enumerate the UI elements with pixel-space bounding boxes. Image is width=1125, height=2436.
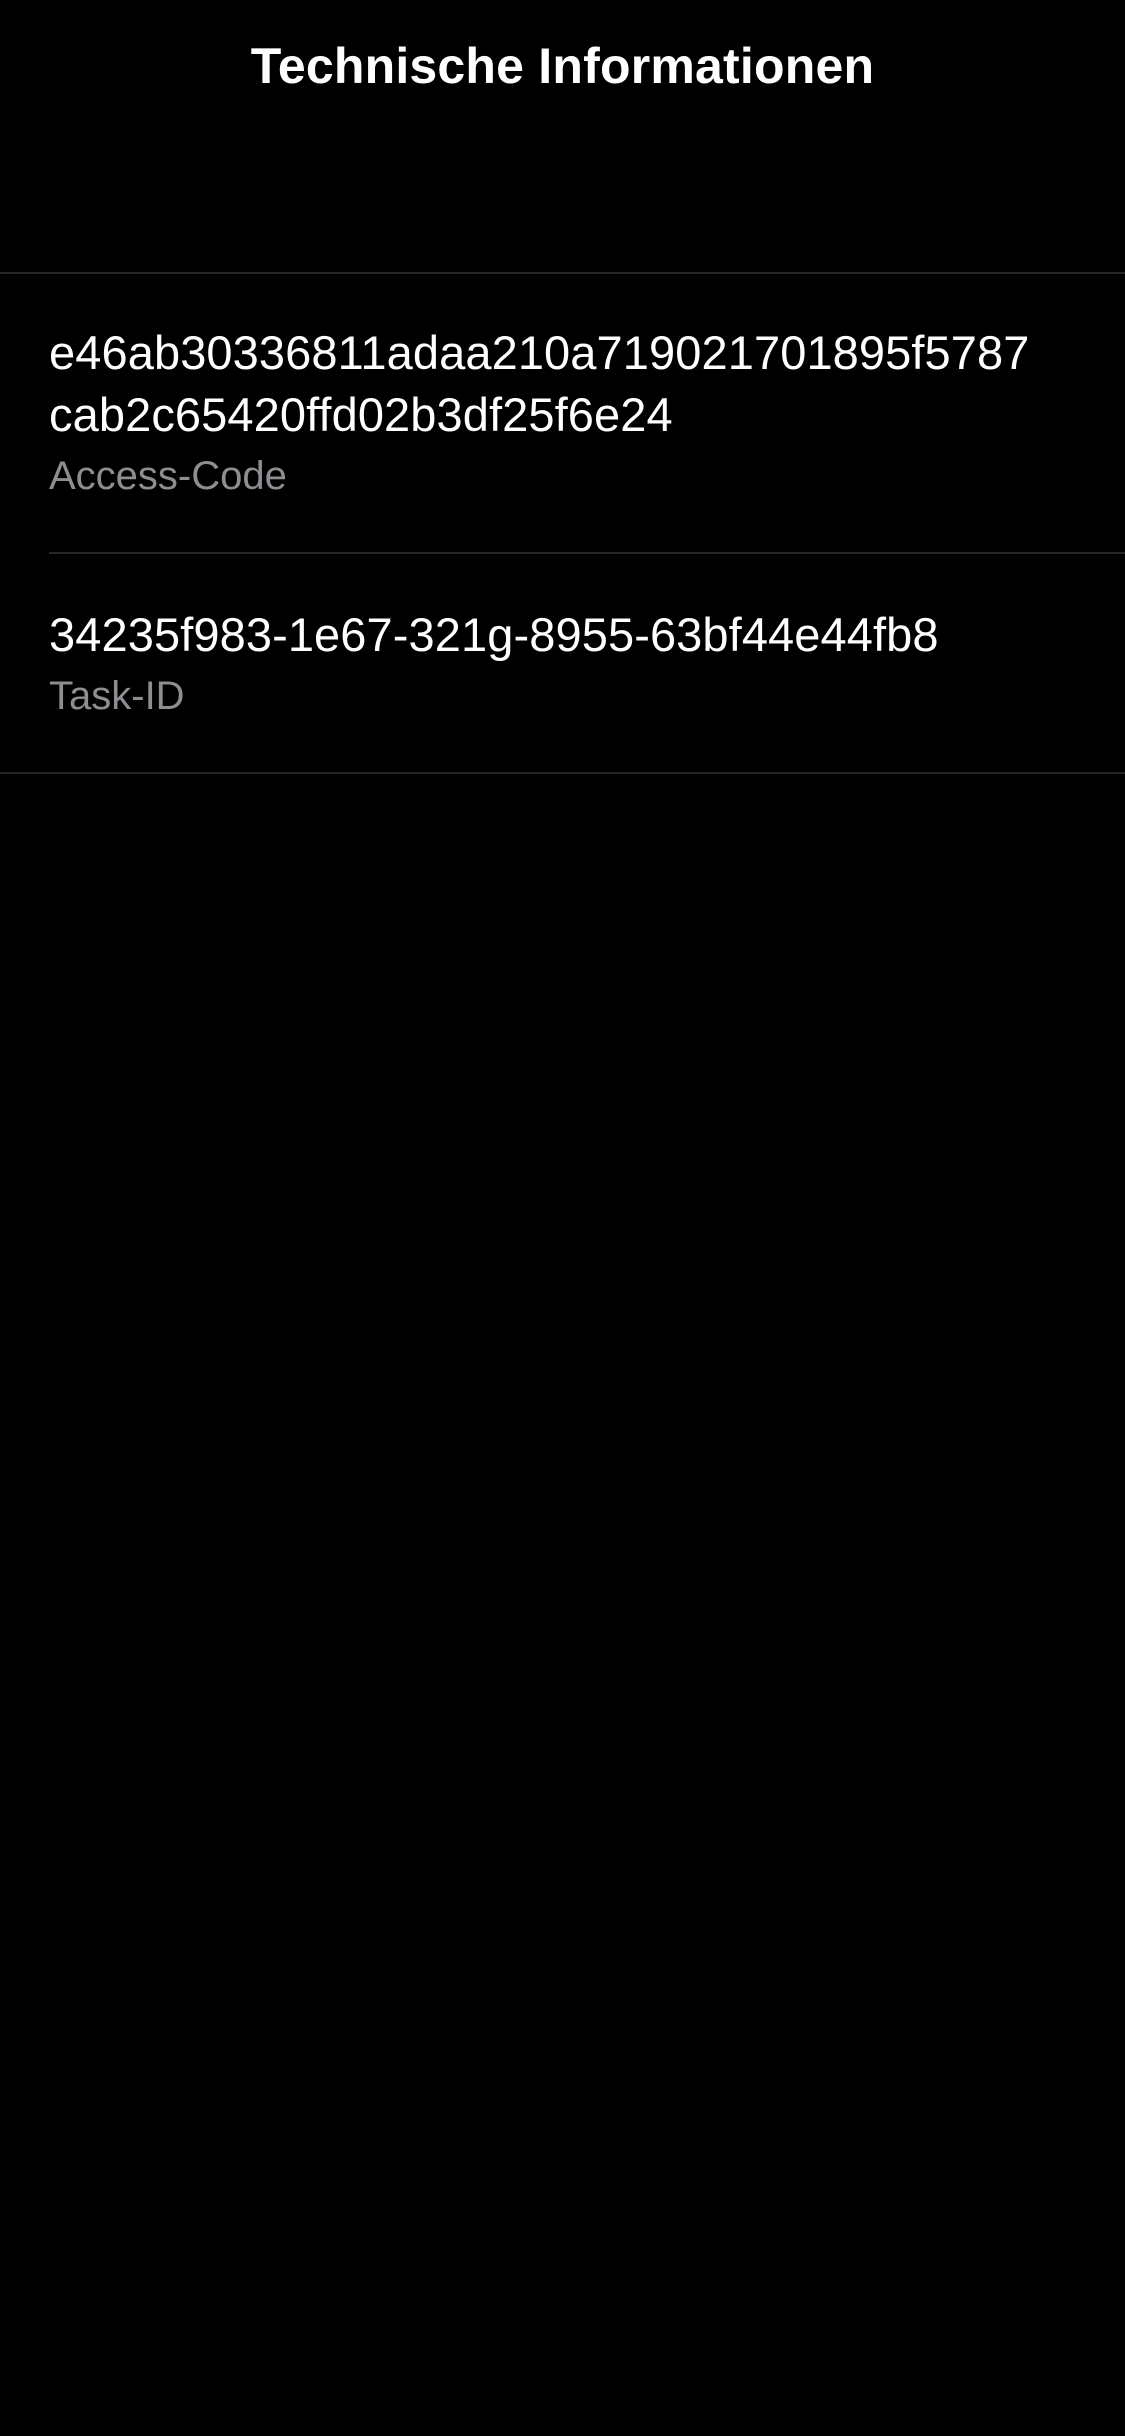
list-item-access-code[interactable]: e46ab30336811adaa210a719021701895f5787 c… (0, 274, 1125, 554)
app-screen: { "header": { "title": "Technische Infor… (0, 0, 1125, 2436)
navigation-bar: Technische Informationen (0, 0, 1125, 274)
access-code-value-line-2: cab2c65420ffd02b3df25f6e24 (49, 388, 673, 441)
technical-info-list: e46ab30336811adaa210a719021701895f5787 c… (0, 274, 1125, 774)
access-code-label: Access-Code (49, 454, 287, 498)
page-title: Technische Informationen (250, 38, 875, 94)
list-item-task-id[interactable]: 34235f983-1e67-321g-8955-63bf44e44fb8 Ta… (0, 554, 1125, 772)
access-code-value-line-1: e46ab30336811adaa210a719021701895f5787 (49, 326, 1030, 379)
access-code-value[interactable]: e46ab30336811adaa210a719021701895f5787 c… (49, 322, 1085, 446)
task-id-label: Task-ID (49, 674, 185, 718)
task-id-value[interactable]: 34235f983-1e67-321g-8955-63bf44e44fb8 (49, 604, 1085, 666)
